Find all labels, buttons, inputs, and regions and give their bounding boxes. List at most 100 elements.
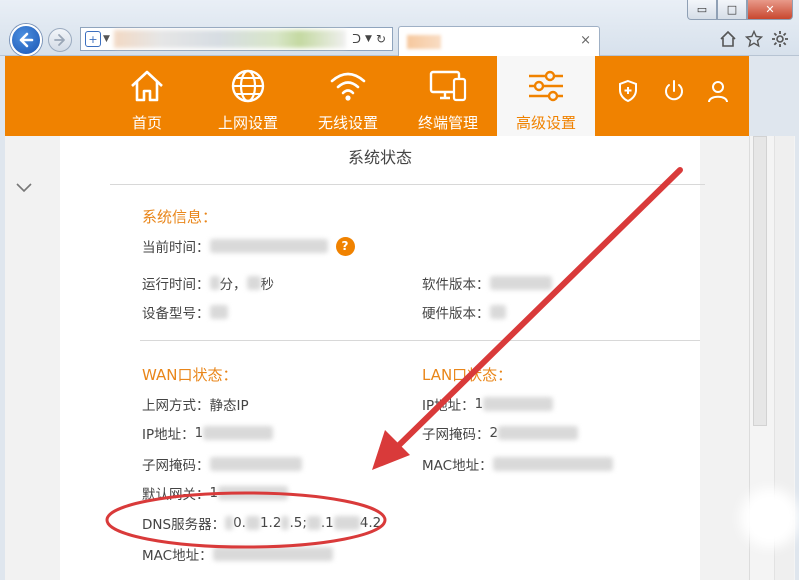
divider <box>110 184 705 185</box>
refresh-icon[interactable]: ↻ <box>376 32 386 46</box>
nav-item-wireless[interactable]: 无线设置 <box>305 56 391 136</box>
tab-close-icon[interactable]: × <box>580 33 591 48</box>
maximize-button[interactable]: □ <box>717 0 747 20</box>
dropdown-caret-icon[interactable]: ▼ <box>103 34 110 44</box>
software-version-label: 软件版本： <box>422 277 490 293</box>
dns-part: 0. <box>233 515 246 531</box>
wan-mask-row: 子网掩码： <box>142 454 302 474</box>
lan-ip-row: IP地址： 1 <box>422 394 554 414</box>
wan-conn-type-value: 静态IP <box>209 398 249 414</box>
lan-mac-value-redacted <box>492 457 613 471</box>
page-area: 系统状态 系统信息： 当前时间： ? 运行时间： 分， 秒 软件版本： 设备型号… <box>5 136 749 580</box>
browser-tab[interactable]: × <box>398 26 600 56</box>
wan-mask-value-redacted <box>209 457 302 471</box>
forward-button[interactable] <box>48 28 72 52</box>
divider <box>140 340 700 341</box>
page-title: 系统状态 <box>347 148 412 167</box>
nav-item-advanced[interactable]: 高级设置 <box>497 56 595 136</box>
address-actions: ᑐ ▼ ↻ <box>346 32 392 46</box>
security-button[interactable] <box>615 78 641 104</box>
lan-mask-label: 子网掩码： <box>422 427 490 443</box>
nav-label: 首页 <box>131 114 162 132</box>
decorative-fade <box>740 488 799 548</box>
device-model-value-redacted <box>209 305 228 319</box>
gear-icon[interactable] <box>771 30 789 48</box>
current-time-value-redacted <box>209 239 328 253</box>
wan-dns-label: DNS服务器： <box>142 517 226 533</box>
home-icon[interactable] <box>719 30 737 48</box>
power-icon <box>665 80 683 101</box>
dns-part: 1.2 <box>259 515 282 531</box>
wan-ip-row: IP地址： 1 <box>142 423 274 443</box>
close-window-button[interactable]: ✕ <box>747 0 793 20</box>
scroll-thumb[interactable] <box>753 136 767 426</box>
security-shield-icon[interactable]: + <box>85 31 101 47</box>
star-icon[interactable] <box>745 30 763 48</box>
uptime-min-unit: 分， <box>219 277 247 293</box>
back-button[interactable] <box>10 24 42 56</box>
nav-item-devices[interactable]: 终端管理 <box>405 56 491 136</box>
address-bar[interactable]: + ▼ ᑐ ▼ ↻ <box>80 27 393 51</box>
wifi-icon <box>330 72 366 101</box>
router-nav: 首页 上网设置 无线设置 终端管理 高级设置 <box>5 56 749 136</box>
nav-label: 高级设置 <box>515 114 576 132</box>
tab-title-redacted <box>407 35 441 49</box>
uptime-sec-redacted <box>246 276 261 290</box>
uptime-sec-unit: 秒 <box>260 277 275 293</box>
browser-toolbar <box>719 30 789 48</box>
nav-item-internet[interactable]: 上网设置 <box>205 56 291 136</box>
sliders-icon <box>529 70 563 102</box>
globe-icon <box>231 69 265 103</box>
status-panel: 系统状态 系统信息： 当前时间： ? 运行时间： 分， 秒 软件版本： 设备型号… <box>60 136 705 580</box>
lan-ip-prefix: 1 <box>474 396 484 412</box>
lan-mask-prefix: 2 <box>489 425 499 441</box>
wan-mask-label: 子网掩码： <box>142 458 210 474</box>
wan-gateway-value-redacted <box>218 486 289 500</box>
wan-conn-type-row: 上网方式： 静态IP <box>142 394 249 414</box>
wan-ip-label: IP地址： <box>142 427 195 443</box>
wan-mac-label: MAC地址： <box>142 548 213 564</box>
wan-mac-row: MAC地址： <box>142 544 333 564</box>
chevron-down-icon[interactable] <box>15 182 33 194</box>
search-icon[interactable]: ᑐ <box>352 32 361 46</box>
wan-dns-row: DNS服务器： 0. 1.2 .5; .1 4.2 <box>142 513 381 533</box>
uptime-row: 运行时间： 分， 秒 <box>142 273 274 293</box>
home-icon <box>131 70 163 102</box>
browser-chrome: ▭ □ ✕ + ▼ ᑐ ▼ ↻ × <box>0 0 799 56</box>
address-url-redacted <box>113 30 347 48</box>
lan-status-title: LAN口状态： <box>422 366 513 384</box>
nav-label: 无线设置 <box>317 114 378 132</box>
current-time-label: 当前时间： <box>142 240 210 256</box>
dns-part: .5; <box>289 515 307 531</box>
lan-ip-value-redacted <box>483 397 554 411</box>
lan-mask-value-redacted <box>498 426 579 440</box>
dns-part: 4.2 <box>359 515 382 531</box>
nav-label: 终端管理 <box>417 114 478 132</box>
device-model-row: 设备型号： <box>142 302 228 322</box>
dns-part: .1 <box>320 515 334 531</box>
lan-mask-row: 子网掩码： 2 <box>422 423 579 443</box>
lan-ip-label: IP地址： <box>422 398 475 414</box>
user-icon <box>708 81 728 103</box>
current-time-row: 当前时间： ? <box>142 236 355 256</box>
minimize-button[interactable]: ▭ <box>687 0 717 20</box>
power-button[interactable] <box>661 78 687 104</box>
dropdown-caret-icon[interactable]: ▼ <box>365 34 372 44</box>
device-model-label: 设备型号： <box>142 306 210 322</box>
wan-conn-type-label: 上网方式： <box>142 398 210 414</box>
wan-mac-value-redacted <box>212 547 333 561</box>
software-version-value-redacted <box>489 276 552 290</box>
wan-gateway-prefix: 1 <box>209 485 219 501</box>
shield-icon <box>619 79 637 103</box>
help-icon[interactable]: ? <box>335 236 355 256</box>
lan-mac-row: MAC地址： <box>422 454 613 474</box>
software-version-row: 软件版本： <box>422 273 552 293</box>
hardware-version-row: 硬件版本： <box>422 302 506 322</box>
wan-gateway-row: 默认网关： 1 <box>142 483 289 503</box>
arrow-left-icon <box>19 32 34 48</box>
nav-item-home[interactable]: 首页 <box>109 56 185 136</box>
dns-redacted <box>281 516 290 530</box>
lan-mac-label: MAC地址： <box>422 458 493 474</box>
dns-redacted <box>225 516 234 530</box>
user-button[interactable] <box>705 78 731 104</box>
